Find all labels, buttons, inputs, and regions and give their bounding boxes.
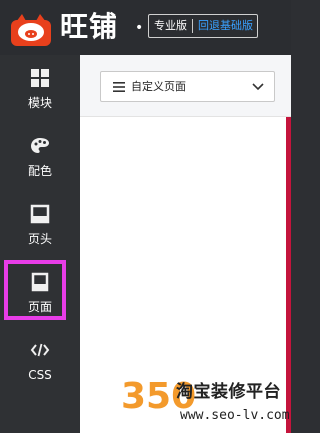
page-header-icon <box>30 204 50 224</box>
watermark-title: 淘宝装修平台 <box>176 382 281 402</box>
selection-highlight-box <box>4 260 66 320</box>
sidebar-item-page-header[interactable]: 页头 <box>0 191 80 259</box>
sidebar-item-modules[interactable]: 模块 <box>0 55 80 123</box>
top-bar: 旺铺 • 专业版 回退基础版 <box>0 0 291 55</box>
sidebar-item-label: 模块 <box>27 96 52 110</box>
menu-icon <box>113 82 125 92</box>
sidebar-item-css[interactable]: CSS <box>0 327 80 395</box>
sidebar-item-colors[interactable]: 配色 <box>0 123 80 191</box>
store-logo-icon[interactable] <box>10 12 52 46</box>
sidebar: 模块 配色 页头 页面 CSS <box>0 55 80 433</box>
watermark: 350 淘宝装修平台 www.seo-lv.com <box>118 375 291 433</box>
code-icon <box>30 343 50 357</box>
brand-separator: • <box>135 20 144 36</box>
sidebar-item-label: CSS <box>28 368 52 382</box>
sidebar-item-label: 页头 <box>27 232 52 246</box>
edition-switcher: 专业版 回退基础版 <box>148 14 258 38</box>
page-select-value: 自定义页面 <box>131 80 186 93</box>
watermark-url: www.seo-lv.com <box>180 408 290 423</box>
page-type-select[interactable]: 自定义页面 <box>100 71 275 102</box>
edition-label: 专业版 <box>154 19 187 32</box>
chevron-down-icon <box>252 83 264 91</box>
grid-icon <box>31 69 49 87</box>
palette-icon <box>31 138 49 153</box>
brand-title: 旺铺 <box>60 10 119 43</box>
switch-to-basic-link[interactable]: 回退基础版 <box>193 15 257 37</box>
sidebar-item-label: 配色 <box>27 164 52 178</box>
